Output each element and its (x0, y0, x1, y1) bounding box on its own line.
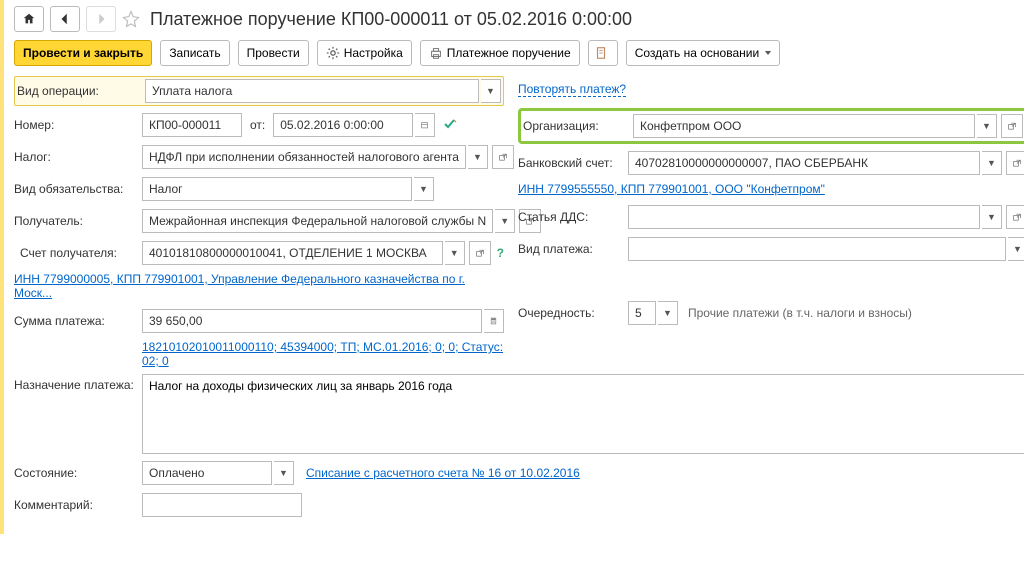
tax-select[interactable]: НДФЛ при исполнении обязанностей налогов… (142, 145, 466, 169)
recipient-account-open-button[interactable] (469, 241, 491, 265)
recipient-account-select[interactable]: 40101810800000010041, ОТДЕЛЕНИЕ 1 МОСКВА (142, 241, 443, 265)
obligation-type-dropdown[interactable]: ▼ (414, 177, 434, 201)
calculator-icon (490, 316, 497, 326)
number-input[interactable]: КП00-000011 (142, 113, 242, 137)
writeoff-link[interactable]: Списание с расчетного счета № 16 от 10.0… (306, 466, 580, 480)
organization-dropdown[interactable]: ▼ (977, 114, 997, 138)
favorite-icon[interactable] (122, 10, 140, 28)
attachments-button[interactable] (588, 40, 618, 66)
tax-open-button[interactable] (492, 145, 514, 169)
queue-dropdown[interactable]: ▼ (658, 301, 678, 325)
obligation-type-select[interactable]: Налог (142, 177, 412, 201)
bank-account-open-button[interactable] (1006, 151, 1024, 175)
payment-type-label: Вид платежа: (518, 242, 628, 256)
date-picker-button[interactable] (415, 113, 435, 137)
posted-icon (443, 117, 457, 134)
dds-article-dropdown[interactable]: ▼ (982, 205, 1002, 229)
bank-account-select[interactable]: 40702810000000000007, ПАО СБЕРБАНК (628, 151, 980, 175)
payment-type-dropdown[interactable]: ▼ (1008, 237, 1024, 261)
page-title: Платежное поручение КП00-000011 от 05.02… (150, 9, 632, 30)
payment-sum-label: Сумма платежа: (14, 314, 142, 328)
org-inn-link[interactable]: ИНН 7799555550, КПП 779901001, ООО "Конф… (518, 182, 825, 196)
purpose-textarea[interactable] (142, 374, 1024, 454)
bank-account-label: Банковский счет: (518, 156, 628, 170)
dds-article-label: Статья ДДС: (518, 210, 628, 224)
recipient-account-dropdown[interactable]: ▼ (445, 241, 465, 265)
back-button[interactable] (50, 6, 80, 32)
organization-label: Организация: (523, 119, 633, 133)
status-label: Состояние: (14, 466, 142, 480)
operation-type-label: Вид операции: (17, 84, 145, 98)
open-icon (1013, 158, 1021, 169)
open-icon (476, 248, 484, 259)
recipient-label: Получатель: (14, 214, 142, 228)
queue-note: Прочие платежи (в т.ч. налоги и взносы) (688, 306, 912, 320)
payment-order-button[interactable]: Платежное поручение (420, 40, 580, 66)
settings-button[interactable]: Настройка (317, 40, 412, 66)
tax-label: Налог: (14, 150, 142, 164)
payment-sum-input[interactable]: 39 650,00 (142, 309, 482, 333)
forward-button (86, 6, 116, 32)
post-close-button[interactable]: Провести и закрыть (14, 40, 152, 66)
calculator-button[interactable] (484, 309, 504, 333)
repeat-payment-link[interactable]: Повторять платеж? (518, 82, 626, 97)
printer-icon (429, 46, 443, 60)
dds-article-select[interactable] (628, 205, 980, 229)
open-icon (1008, 121, 1016, 132)
recipient-inn-link[interactable]: ИНН 7799000005, КПП 779901001, Управлени… (14, 272, 465, 300)
kbk-link[interactable]: 18210102010011000110; 45394000; ТП; МС.0… (142, 340, 504, 368)
create-based-on-button[interactable]: Создать на основании (626, 40, 781, 66)
from-label: от: (250, 118, 265, 132)
number-label: Номер: (14, 118, 142, 132)
post-button[interactable]: Провести (238, 40, 309, 66)
operation-type-select[interactable]: Уплата налога (145, 79, 479, 103)
open-icon (499, 152, 507, 163)
organization-select[interactable]: Конфетпром ООО (633, 114, 975, 138)
comment-input[interactable] (142, 493, 302, 517)
payment-type-select[interactable] (628, 237, 1006, 261)
queue-select[interactable]: 5 (628, 301, 656, 325)
purpose-label: Назначение платежа: (14, 374, 142, 392)
save-button[interactable]: Записать (160, 40, 229, 66)
obligation-type-label: Вид обязательства: (14, 182, 142, 196)
recipient-dropdown[interactable]: ▼ (495, 209, 515, 233)
recipient-account-label: Счет получателя: (14, 246, 142, 260)
gear-icon (326, 46, 340, 60)
comment-label: Комментарий: (14, 498, 142, 512)
operation-type-dropdown[interactable]: ▼ (481, 79, 501, 103)
tax-dropdown[interactable]: ▼ (468, 145, 488, 169)
help-icon[interactable]: ? (497, 246, 504, 260)
open-icon (1013, 212, 1021, 223)
status-select[interactable]: Оплачено (142, 461, 272, 485)
date-input[interactable]: 05.02.2016 0:00:00 (273, 113, 413, 137)
organization-open-button[interactable] (1001, 114, 1023, 138)
clip-icon (594, 46, 608, 60)
bank-account-dropdown[interactable]: ▼ (982, 151, 1002, 175)
recipient-select[interactable]: Межрайонная инспекция Федеральной налого… (142, 209, 493, 233)
queue-label: Очередность: (518, 306, 628, 320)
calendar-icon (421, 120, 428, 130)
dds-article-open-button[interactable] (1006, 205, 1024, 229)
home-button[interactable] (14, 6, 44, 32)
status-dropdown[interactable]: ▼ (274, 461, 294, 485)
